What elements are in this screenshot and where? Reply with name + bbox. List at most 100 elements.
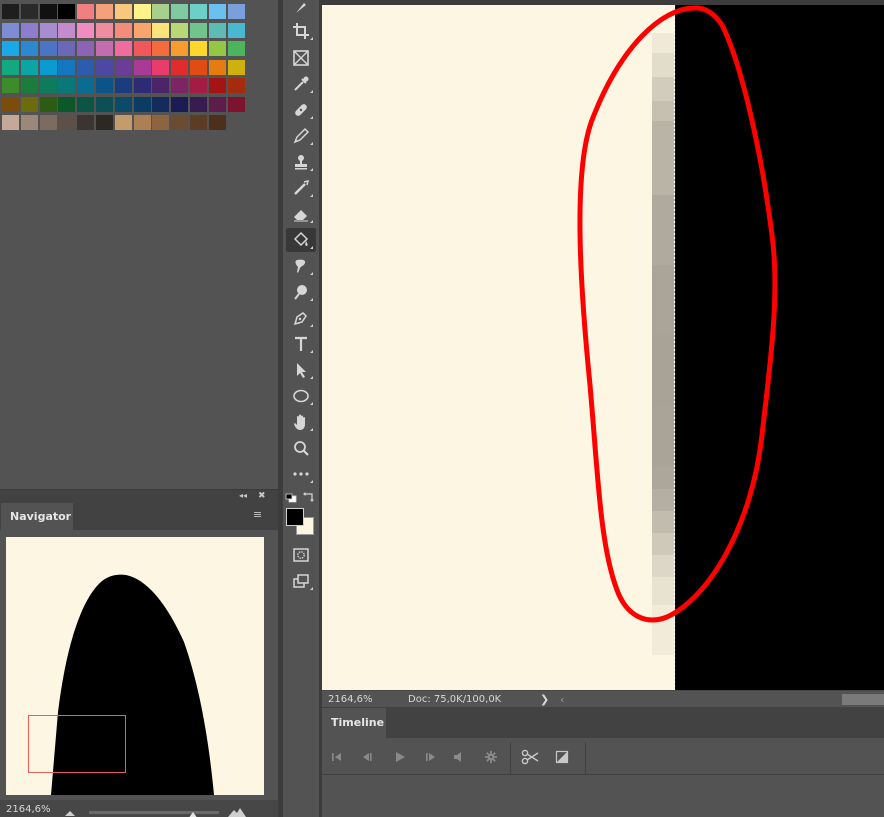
color-swatch[interactable]: [20, 96, 38, 112]
swap-colors-icon[interactable]: [302, 492, 314, 503]
tool-quick-mask[interactable]: [286, 543, 316, 567]
color-swatch[interactable]: [39, 115, 57, 130]
scroll-left-arrow-icon[interactable]: ‹: [560, 693, 564, 707]
tool-type[interactable]: [286, 332, 316, 356]
tool-pencil[interactable]: [286, 124, 316, 148]
color-swatch[interactable]: [2, 59, 19, 75]
color-swatch[interactable]: [114, 96, 132, 112]
color-swatch[interactable]: [2, 22, 19, 38]
color-swatch[interactable]: [58, 78, 76, 93]
color-swatch[interactable]: [133, 115, 151, 130]
timeline-tab[interactable]: Timeline: [322, 708, 386, 738]
color-swatch[interactable]: [171, 96, 189, 112]
color-swatch[interactable]: [190, 78, 207, 93]
tool-eyedropper[interactable]: [286, 72, 316, 96]
color-swatch[interactable]: [171, 4, 189, 19]
color-swatch[interactable]: [227, 22, 245, 38]
color-swatch[interactable]: [20, 59, 38, 75]
navigator-zoom-value[interactable]: 2164,6%: [6, 803, 51, 817]
navigator-zoom-slider[interactable]: [89, 811, 219, 814]
color-swatch[interactable]: [77, 4, 95, 19]
color-swatch[interactable]: [96, 115, 113, 130]
color-swatch[interactable]: [58, 22, 76, 38]
tool-path-selection[interactable]: [286, 358, 316, 382]
color-swatch[interactable]: [208, 115, 226, 130]
color-swatch[interactable]: [227, 59, 245, 75]
color-swatch[interactable]: [96, 59, 113, 75]
tool-healing-brush[interactable]: [286, 98, 316, 122]
document-canvas[interactable]: [322, 5, 884, 690]
tool-eraser[interactable]: [286, 202, 316, 226]
color-swatch[interactable]: [133, 41, 151, 56]
color-swatch[interactable]: [96, 78, 113, 93]
color-swatch[interactable]: [96, 96, 113, 112]
tool-pen[interactable]: [286, 306, 316, 330]
go-to-first-frame-icon[interactable]: [330, 750, 344, 764]
color-swatch[interactable]: [152, 96, 170, 112]
color-swatch[interactable]: [227, 96, 245, 112]
tool-zoom[interactable]: [286, 436, 316, 460]
color-swatch[interactable]: [133, 96, 151, 112]
color-swatch[interactable]: [152, 4, 170, 19]
color-swatch[interactable]: [20, 78, 38, 93]
status-zoom-value[interactable]: 2164,6%: [328, 693, 373, 707]
color-swatch[interactable]: [190, 59, 207, 75]
color-swatch[interactable]: [133, 22, 151, 38]
color-swatch[interactable]: [77, 78, 95, 93]
color-swatch[interactable]: [39, 59, 57, 75]
color-swatch[interactable]: [133, 59, 151, 75]
tool-edit-toolbar[interactable]: [286, 462, 316, 486]
color-swatch[interactable]: [39, 41, 57, 56]
tool-crop[interactable]: [286, 19, 316, 43]
color-swatch[interactable]: [58, 4, 76, 19]
color-swatch[interactable]: [20, 4, 38, 19]
navigator-tab[interactable]: Navigator: [1, 503, 73, 530]
color-swatch[interactable]: [58, 41, 76, 56]
navigator-preview[interactable]: [6, 537, 264, 795]
tool-frame[interactable]: [286, 46, 316, 70]
color-swatch[interactable]: [77, 22, 95, 38]
color-swatch[interactable]: [208, 96, 226, 112]
tool-dodge[interactable]: [286, 280, 316, 304]
color-swatch[interactable]: [227, 78, 245, 93]
color-swatch[interactable]: [20, 115, 38, 130]
color-swatch[interactable]: [39, 4, 57, 19]
color-swatch[interactable]: [114, 59, 132, 75]
collapse-panels-icon[interactable]: ◂◂: [239, 490, 251, 502]
audio-speaker-icon[interactable]: [452, 750, 466, 764]
color-swatch[interactable]: [208, 59, 226, 75]
color-swatch[interactable]: [227, 4, 245, 19]
color-swatch[interactable]: [133, 4, 151, 19]
color-swatch[interactable]: [190, 41, 207, 56]
tool-screen-mode[interactable]: [286, 569, 316, 593]
color-swatch[interactable]: [227, 41, 245, 56]
color-swatch[interactable]: [96, 22, 113, 38]
color-swatch[interactable]: [58, 115, 76, 130]
color-swatch[interactable]: [39, 22, 57, 38]
play-icon[interactable]: [393, 750, 407, 764]
color-swatch[interactable]: [171, 41, 189, 56]
color-swatch[interactable]: [58, 96, 76, 112]
tool-clone-stamp[interactable]: [286, 150, 316, 174]
color-swatch[interactable]: [96, 41, 113, 56]
horizontal-scroll-thumb[interactable]: [842, 694, 884, 705]
color-swatch[interactable]: [114, 78, 132, 93]
color-swatch[interactable]: [2, 41, 19, 56]
color-swatch[interactable]: [208, 41, 226, 56]
default-colors-icon[interactable]: [285, 493, 297, 503]
color-swatch[interactable]: [114, 41, 132, 56]
color-swatch[interactable]: [96, 4, 113, 19]
zoom-in-mountain-icon[interactable]: [228, 807, 246, 817]
color-swatch[interactable]: [208, 4, 226, 19]
color-swatch[interactable]: [152, 41, 170, 56]
color-swatch[interactable]: [190, 96, 207, 112]
color-swatch[interactable]: [77, 96, 95, 112]
foreground-color-swatch[interactable]: [286, 508, 304, 526]
color-swatch[interactable]: [2, 96, 19, 112]
color-swatch[interactable]: [77, 59, 95, 75]
status-more-chevron-icon[interactable]: ❯: [540, 693, 549, 707]
tool-paint-bucket[interactable]: [286, 228, 316, 252]
split-scissors-icon[interactable]: [521, 749, 539, 765]
color-swatch[interactable]: [114, 4, 132, 19]
panel-menu-icon[interactable]: ≡: [253, 509, 265, 521]
